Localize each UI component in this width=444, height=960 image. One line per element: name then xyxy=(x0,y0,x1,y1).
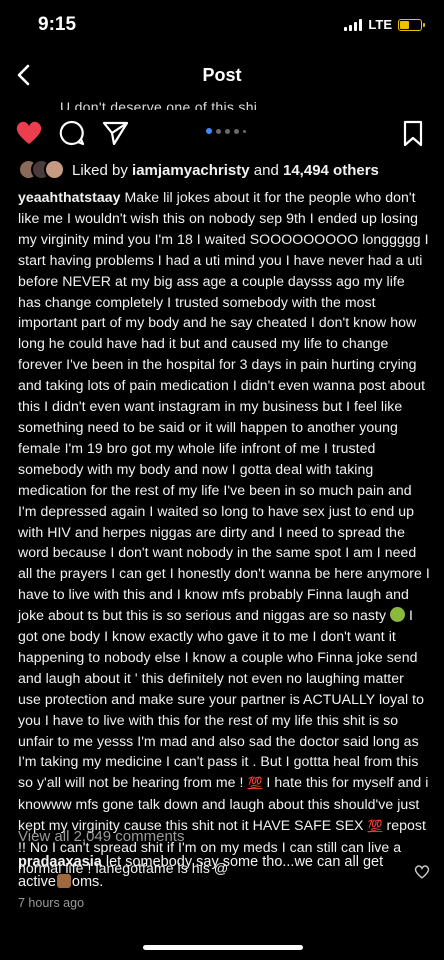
page-title: Post xyxy=(202,65,242,85)
heart-filled-icon xyxy=(16,121,42,144)
nauseated-face-emoji-icon xyxy=(390,607,406,623)
caption-text: Make lil jokes about it for the people w… xyxy=(18,189,430,624)
status-time: 9:15 xyxy=(38,14,77,35)
liker-avatars xyxy=(18,159,66,181)
battery-icon xyxy=(398,18,425,31)
post-image-text: U don't deserve one of this shi xyxy=(60,100,258,110)
status-bar: 9:15 LTE xyxy=(0,0,444,50)
comment-text: oms. xyxy=(71,874,104,890)
likes-row[interactable]: Liked by iamjamyachristy and 14,494 othe… xyxy=(18,158,379,182)
carousel-indicator xyxy=(206,128,246,134)
paper-plane-icon xyxy=(102,121,129,146)
post-caption: yeaahthatstaay Make lil jokes about it f… xyxy=(18,187,430,879)
carousel-dot xyxy=(225,128,230,134)
hundred-points-emoji-icon: 💯 xyxy=(367,819,383,834)
carousel-dot xyxy=(234,128,239,134)
share-button[interactable] xyxy=(100,118,130,148)
carousel-dot xyxy=(243,129,246,133)
avatar xyxy=(44,159,65,180)
save-button[interactable] xyxy=(398,118,428,148)
likes-prefix: Liked by xyxy=(72,161,133,179)
post-timestamp: 7 hours ago xyxy=(18,896,85,910)
heart-outline-icon xyxy=(414,865,430,879)
bookmark-icon xyxy=(403,120,423,147)
view-all-comments-link[interactable]: View all 2,049 comments xyxy=(18,828,184,845)
flexed-biceps-emoji-icon xyxy=(56,874,71,888)
nav-bar: Post xyxy=(0,50,444,100)
liker-username[interactable]: iamjamyachristy xyxy=(132,162,250,179)
hundred-points-emoji-icon: 💯 xyxy=(247,776,263,791)
likes-and: and xyxy=(249,161,283,179)
comment-icon xyxy=(59,120,85,146)
comment-username[interactable]: pradaaxasia xyxy=(18,854,102,870)
caption-text: I got one body I know exactly who gave i… xyxy=(18,607,425,791)
carousel-dot xyxy=(216,128,221,134)
post-image[interactable]: U don't deserve one of this shi xyxy=(0,100,444,110)
carousel-dot-active xyxy=(206,128,212,134)
like-button[interactable] xyxy=(14,118,44,148)
comment-like-button[interactable] xyxy=(414,864,430,880)
likes-text: Liked by iamjamyachristy and 14,494 othe… xyxy=(72,162,379,179)
caption-username[interactable]: yeaahthatstaay xyxy=(18,189,121,205)
likes-count[interactable]: 14,494 others xyxy=(283,162,379,179)
status-indicators: LTE xyxy=(344,17,425,32)
network-label: LTE xyxy=(368,17,392,32)
comment-button[interactable] xyxy=(57,118,87,148)
home-indicator[interactable] xyxy=(143,945,303,950)
signal-icon xyxy=(344,18,363,31)
action-bar xyxy=(0,114,444,154)
comment-item: pradaaxasia let somebody say some tho...… xyxy=(18,852,398,892)
